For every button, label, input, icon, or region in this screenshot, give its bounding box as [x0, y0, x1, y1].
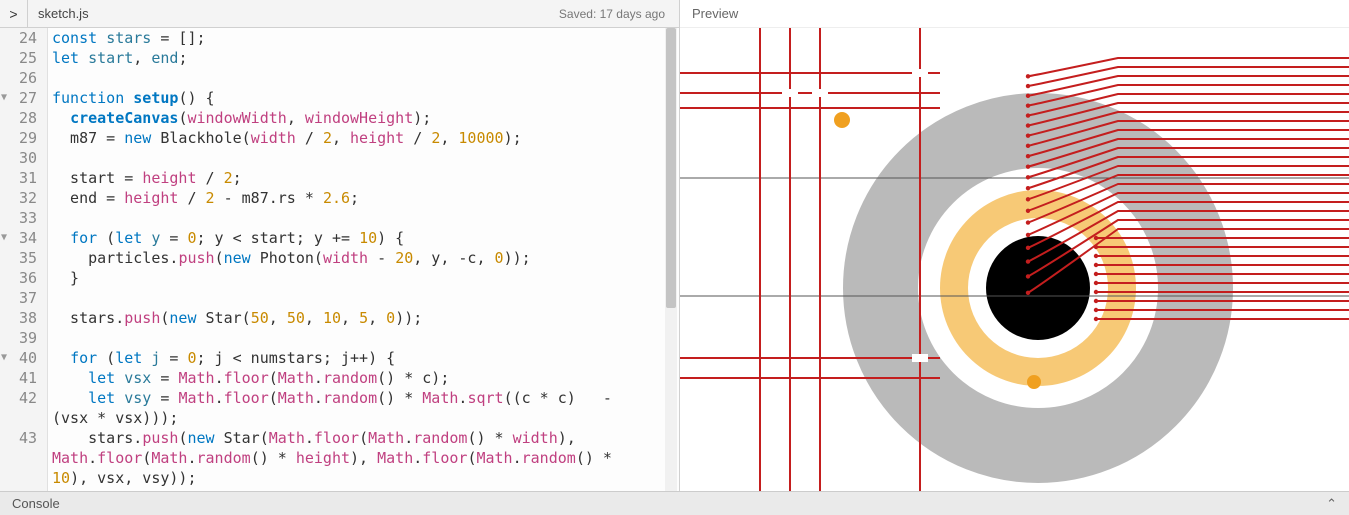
filename-label: sketch.js — [28, 6, 559, 21]
console-bar[interactable]: Console ⌃ — [0, 491, 1349, 515]
code-content[interactable]: const stars = [];let start, end; functio… — [48, 28, 679, 491]
code-editor[interactable]: 24252627▼28293031323334▼353637383940▼414… — [0, 28, 679, 491]
simulation-svg — [680, 28, 1349, 491]
preview-pane: Preview — [680, 0, 1349, 491]
saved-status: Saved: 17 days ago — [559, 7, 679, 21]
line-number-gutter: 24252627▼28293031323334▼353637383940▼414… — [0, 28, 48, 491]
editor-pane: > sketch.js Saved: 17 days ago 24252627▼… — [0, 0, 680, 491]
preview-canvas — [680, 28, 1349, 491]
editor-scrollbar[interactable] — [665, 28, 677, 491]
console-toggle-icon[interactable]: ⌃ — [1326, 496, 1337, 512]
scrollbar-thumb[interactable] — [666, 28, 676, 308]
console-label: Console — [12, 496, 60, 511]
preview-label: Preview — [692, 6, 738, 21]
collapse-editor-button[interactable]: > — [0, 0, 28, 28]
editor-header: > sketch.js Saved: 17 days ago — [0, 0, 679, 28]
preview-header: Preview — [680, 0, 1349, 28]
